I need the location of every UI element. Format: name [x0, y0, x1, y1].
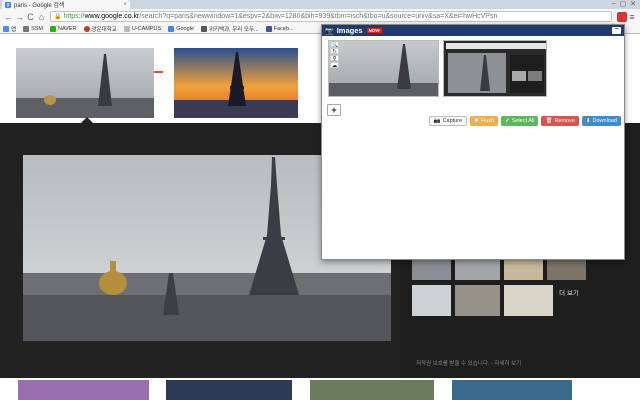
copyright-caption[interactable]: 저작권 보호를 받을 수 있습니다. - 자세히 보기 [416, 359, 521, 367]
download-icon: ⬇ [585, 118, 591, 124]
now-badge: NOW [366, 28, 382, 33]
browser-window: g paris - Google 검색 × ⎯ ▢ ✕ ← → C ⌂ 🔒 ht… [0, 0, 640, 400]
image-capture-popup: 📷 Images NOW − 🔍 ↻ ⚲ ☁ + 📷 Capture ✖ Flu… [321, 24, 625, 260]
ssm-icon [23, 25, 30, 32]
bookmark-label: 위키백과, 우리 모두... [208, 26, 259, 33]
bookmark-label: Google [176, 25, 194, 32]
minimize-window-icon[interactable]: ⎯ [612, 0, 616, 8]
bookmark-label: 앱 [11, 26, 17, 33]
forward-icon[interactable]: → [14, 12, 25, 22]
result-thumbnail[interactable] [166, 380, 292, 400]
bookmark-label: NAVER [57, 25, 77, 32]
back-icon[interactable]: ← [3, 12, 14, 22]
menu-icon[interactable]: ≡ [627, 12, 637, 22]
home-icon[interactable]: ⌂ [36, 12, 47, 22]
bookmark-item[interactable]: SSM [23, 25, 43, 32]
tab-strip: g paris - Google 검색 × ⎯ ▢ ✕ [0, 0, 640, 9]
close-window-icon[interactable]: ✕ [630, 0, 636, 8]
trash-icon: 🗑 [545, 118, 553, 124]
add-image-button[interactable]: + [327, 104, 341, 116]
remove-button[interactable]: 🗑 Remove [541, 116, 579, 126]
check-icon: ✔ [505, 118, 510, 124]
capture-label: Capture [442, 118, 463, 124]
bookmark-label: SSM [31, 25, 43, 32]
result-thumbnail[interactable] [310, 380, 434, 400]
download-button[interactable]: ⬇ Download [581, 116, 621, 126]
bookmark-item[interactable]: Faceb... [265, 25, 294, 32]
flush-label: Flush [480, 118, 495, 124]
result-thumbnail[interactable] [452, 380, 572, 400]
related-thumbnail[interactable] [504, 285, 553, 316]
related-thumbnail[interactable] [412, 285, 451, 316]
minimize-popup-button[interactable]: − [612, 26, 621, 34]
popup-header: 📷 Images NOW − [322, 25, 624, 36]
facebook-icon [265, 25, 272, 32]
reload-icon[interactable]: C [25, 12, 36, 22]
url-scheme: https:// [63, 13, 85, 20]
bookmark-label: 광운대학교 [91, 26, 117, 33]
lock-icon: 🔒 [54, 14, 62, 20]
tab-title: paris - Google 검색 [14, 3, 65, 9]
naver-icon [49, 25, 56, 32]
more-related-link[interactable]: 더 보기 [556, 285, 582, 299]
related-thumbnail[interactable] [455, 285, 500, 316]
select-all-button[interactable]: ✔ Select All [501, 116, 539, 126]
bookmark-item[interactable]: NAVER [49, 25, 77, 32]
image-capture-extension-icon[interactable] [617, 11, 627, 22]
url-path: /search?q=paris&newwindow=1&espv=2&biw=1… [139, 13, 498, 20]
image-tools: 🔍 ↻ ⚲ ☁ [330, 41, 339, 69]
folder-icon [123, 25, 130, 32]
popup-title: Images [336, 26, 363, 35]
download-label: Download [592, 118, 617, 124]
wikipedia-icon [200, 25, 207, 32]
camera-icon: 📷 [325, 27, 334, 35]
browser-toolbar: ← → C ⌂ 🔒 https:// www.google.co.kr /sea… [0, 9, 640, 24]
url-host: www.google.co.kr [84, 13, 140, 20]
popup-action-bar: 📷 Capture ✖ Flush ✔ Select All 🗑 Remove … [428, 116, 621, 126]
maximize-window-icon[interactable]: ▢ [620, 0, 627, 8]
bookmark-item[interactable]: 광운대학교 [83, 25, 117, 33]
cloud-icon[interactable]: ☁ [330, 62, 339, 69]
tab-close-icon[interactable]: × [123, 2, 130, 8]
captured-image-2[interactable] [443, 40, 547, 97]
remove-label: Remove [554, 118, 575, 124]
bookmark-item[interactable]: Google [168, 25, 194, 32]
google-favicon-icon: g [5, 1, 11, 8]
bookmark-item[interactable]: U-CAMPUS [123, 25, 162, 32]
zoom-icon[interactable]: 🔍 [330, 41, 339, 48]
flush-button[interactable]: ✖ Flush [470, 116, 499, 126]
x-icon: ✖ [474, 118, 479, 124]
result-thumbnail-eiffel-cloudy[interactable] [16, 48, 154, 118]
address-bar[interactable]: 🔒 https:// www.google.co.kr /search?q=pa… [50, 11, 612, 22]
capture-button[interactable]: 📷 Capture [428, 116, 468, 126]
google-icon [168, 25, 175, 32]
bookmark-item[interactable]: 위키백과, 우리 모두... [200, 25, 259, 33]
bookmark-label: Faceb... [273, 25, 294, 32]
link-icon[interactable]: ⚲ [330, 55, 339, 62]
result-thumbnail-eiffel-sunset[interactable] [174, 48, 298, 118]
tab-active[interactable]: g paris - Google 검색 × [2, 0, 130, 9]
captured-image-1[interactable] [328, 40, 439, 97]
window-controls: ⎯ ▢ ✕ [612, 0, 636, 8]
university-icon [83, 25, 90, 32]
camera-icon: 📷 [433, 118, 441, 124]
apps-icon [3, 25, 9, 32]
rotate-icon[interactable]: ↻ [330, 48, 339, 55]
result-thumbnail[interactable] [18, 380, 149, 400]
select-all-label: Select All [511, 118, 535, 124]
bookmark-label: U-CAMPUS [131, 25, 162, 32]
bookmark-item[interactable]: 앱 [3, 25, 16, 33]
